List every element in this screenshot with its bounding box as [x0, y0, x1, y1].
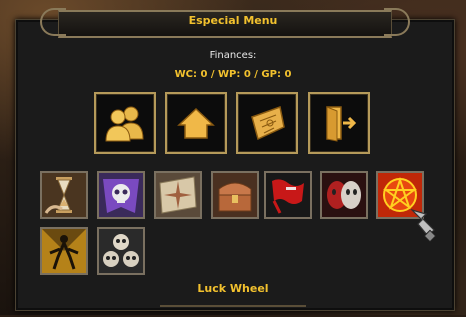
luck-wheel-link[interactable]: Luck Wheel: [0, 282, 466, 295]
item-slot-map[interactable]: [154, 171, 202, 219]
red-flag-icon: [266, 173, 310, 217]
treasure-chest-icon: [213, 173, 257, 217]
exit-button[interactable]: [308, 92, 370, 154]
item-slot-hourglass[interactable]: [40, 171, 88, 219]
masks-icon: [322, 173, 366, 217]
footer-ornament: [160, 305, 306, 317]
hourglass-icon: [42, 173, 86, 217]
item-slot-masks[interactable]: [320, 171, 368, 219]
item-slot-flag[interactable]: [264, 171, 312, 219]
mouse-cursor-icon: [409, 208, 437, 243]
map-button[interactable]: [236, 92, 298, 154]
item-slot-skulls[interactable]: [97, 227, 145, 275]
map-scroll-icon: [251, 106, 285, 141]
item-slot-chest[interactable]: [211, 171, 259, 219]
item-slot-glowing-figure[interactable]: [40, 227, 88, 275]
finances-values: WC: 0 / WP: 0 / GP: 0: [174, 69, 292, 80]
exit-door-icon: [326, 106, 357, 142]
home-icon: [177, 107, 215, 139]
map-icon: [156, 173, 200, 217]
users-icon: [105, 106, 144, 142]
home-button[interactable]: [165, 92, 227, 154]
finances-label: Finances:: [209, 50, 257, 61]
friends-button[interactable]: [94, 92, 156, 154]
window-title: Especial Menu: [188, 14, 278, 27]
glowing-figure-icon: [42, 229, 86, 273]
skull-banner-icon: [99, 173, 143, 217]
skulls-pile-icon: [99, 229, 143, 273]
item-slot-skull-banner[interactable]: [97, 171, 145, 219]
